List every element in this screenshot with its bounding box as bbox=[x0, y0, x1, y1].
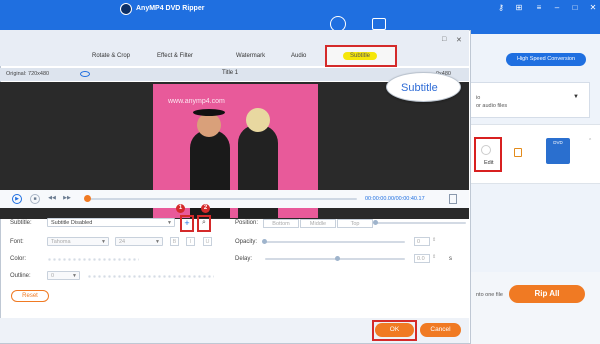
tab-audio[interactable]: Audio bbox=[291, 53, 306, 59]
close-icon[interactable]: ✕ bbox=[588, 3, 598, 13]
cut-icon[interactable] bbox=[514, 148, 522, 157]
delay-label: Delay: bbox=[235, 256, 253, 262]
video-person-head bbox=[197, 113, 221, 137]
search-icon[interactable]: ⌕ bbox=[199, 217, 209, 230]
toolbox-tab-icon[interactable] bbox=[372, 18, 386, 30]
chevron-down-icon: ▼ bbox=[155, 239, 160, 245]
subtitle-select[interactable]: Subtitle Disabled ▼ bbox=[47, 218, 175, 227]
position-top-button[interactable]: Top bbox=[337, 219, 373, 228]
expand-icon[interactable]: ⌃ bbox=[588, 138, 592, 144]
high-speed-button[interactable]: High Speed Conversion bbox=[506, 53, 586, 66]
tab-effect-filter[interactable]: Effect & Filter bbox=[157, 53, 193, 59]
underline-button[interactable]: U bbox=[203, 237, 212, 246]
position-slider-knob[interactable] bbox=[373, 220, 378, 225]
video-hat bbox=[193, 109, 225, 116]
color-label: Color: bbox=[10, 256, 27, 262]
delay-unit: s bbox=[449, 256, 452, 262]
delay-input[interactable]: 0.0 bbox=[414, 254, 430, 263]
dialog-maximize-icon[interactable]: □ bbox=[442, 36, 446, 43]
source-panel bbox=[470, 82, 590, 118]
cancel-button[interactable]: Cancel bbox=[420, 323, 461, 337]
opacity-input[interactable]: 0 bbox=[414, 237, 430, 246]
step-badge-2: 2 bbox=[201, 204, 210, 213]
position-bottom-button[interactable]: Bottom bbox=[263, 219, 299, 228]
minimize-icon[interactable]: – bbox=[552, 3, 562, 13]
tab-rotate-crop[interactable]: Rotate & Crop bbox=[92, 53, 130, 59]
outline-value: 0 bbox=[51, 273, 55, 279]
dialog-header bbox=[0, 30, 469, 66]
font-size-value: 24 bbox=[119, 239, 126, 245]
tab-watermark[interactable]: Watermark bbox=[236, 53, 265, 59]
ok-button[interactable]: OK bbox=[375, 323, 414, 337]
tab-subtitle[interactable]: Subtitle bbox=[343, 52, 377, 60]
chevron-down-icon[interactable]: ▼ bbox=[573, 94, 579, 100]
opacity-slider[interactable] bbox=[265, 241, 405, 243]
app-header bbox=[0, 0, 600, 34]
key-icon[interactable]: ⚷ bbox=[496, 3, 506, 13]
source-hint: io bbox=[476, 95, 481, 101]
bold-button[interactable]: B bbox=[170, 237, 179, 246]
delay-slider-knob[interactable] bbox=[335, 256, 340, 261]
chevron-down-icon: ▼ bbox=[72, 273, 77, 279]
next-frame-icon[interactable]: ▶▶ bbox=[62, 194, 72, 204]
font-label: Font: bbox=[10, 239, 24, 245]
opacity-slider-knob[interactable] bbox=[262, 239, 267, 244]
stop-icon[interactable]: ■ bbox=[30, 194, 40, 204]
play-icon[interactable]: ▶ bbox=[12, 194, 22, 204]
outline-label: Outline: bbox=[10, 273, 31, 279]
subtitle-value: Subtitle Disabled bbox=[51, 220, 93, 226]
delay-stepper-icon[interactable]: ⇕ bbox=[432, 254, 436, 260]
chevron-down-icon: ▼ bbox=[167, 220, 172, 226]
position-label: Position: bbox=[235, 220, 259, 226]
color-swatches[interactable] bbox=[47, 257, 139, 262]
title-label: Title 1 bbox=[222, 70, 239, 76]
app-logo-icon bbox=[120, 3, 132, 15]
eye-icon[interactable] bbox=[80, 71, 90, 77]
edit-star-icon[interactable] bbox=[481, 145, 491, 155]
prev-frame-icon[interactable]: ◀◀ bbox=[47, 194, 57, 204]
outline-select[interactable]: 0 ▼ bbox=[47, 271, 80, 280]
source-hint-2: or audio files bbox=[476, 103, 508, 109]
app-footer bbox=[470, 272, 600, 344]
rip-all-button[interactable]: Rip All bbox=[509, 285, 585, 303]
cart-icon[interactable]: ⊞ bbox=[514, 3, 524, 13]
opacity-label: Opacity: bbox=[235, 239, 258, 245]
video-person-head bbox=[246, 108, 270, 132]
watermark-text: www.anymp4.com bbox=[168, 98, 225, 105]
subtitle-label: Subtitle: bbox=[10, 220, 32, 226]
step-badge-1: 1 bbox=[176, 204, 185, 213]
outline-swatches[interactable] bbox=[87, 274, 214, 279]
font-select[interactable]: Tahoma ▼ bbox=[47, 237, 109, 246]
maximize-icon[interactable]: □ bbox=[570, 3, 580, 13]
menu-icon[interactable]: ≡ bbox=[534, 3, 544, 13]
font-value: Tahoma bbox=[51, 239, 71, 245]
subtitle-callout-text: Subtitle bbox=[401, 82, 438, 94]
opacity-stepper-icon[interactable]: ⇕ bbox=[432, 237, 436, 243]
progress-knob[interactable] bbox=[84, 195, 91, 202]
italic-button[interactable]: I bbox=[186, 237, 195, 246]
app-title: AnyMP4 DVD Ripper bbox=[136, 5, 205, 12]
original-resolution: Original: 720x480 bbox=[6, 71, 50, 77]
position-slider[interactable] bbox=[376, 222, 466, 224]
edit-tooltip: Edit bbox=[484, 160, 494, 166]
position-middle-button[interactable]: Middle bbox=[300, 219, 336, 228]
add-subtitle-button[interactable]: + bbox=[182, 217, 192, 230]
merge-label: nto one file bbox=[476, 292, 503, 298]
dialog-close-icon[interactable]: ✕ bbox=[456, 36, 462, 44]
volume-icon[interactable] bbox=[449, 194, 457, 204]
font-size-select[interactable]: 24 ▼ bbox=[115, 237, 163, 246]
time-display: 00:00:00.00/00:00:40.17 bbox=[365, 196, 425, 202]
dvd-format-icon[interactable]: DVD bbox=[546, 138, 570, 164]
chevron-down-icon: ▼ bbox=[101, 239, 106, 245]
progress-track[interactable] bbox=[87, 198, 357, 200]
reset-button[interactable]: Reset bbox=[11, 290, 49, 302]
